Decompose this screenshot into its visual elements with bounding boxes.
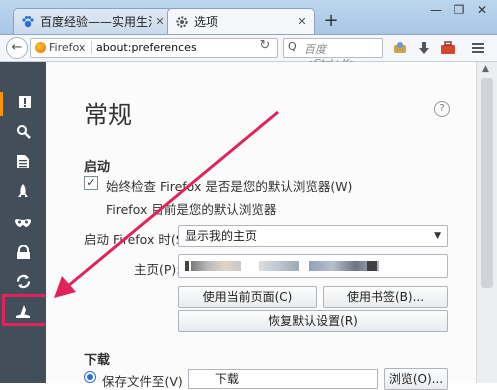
vertical-scrollbar[interactable]: ▲ — [476, 62, 497, 383]
use-bookmark-button[interactable]: 使用书签(B)... — [323, 286, 448, 308]
blurred-text — [185, 261, 189, 271]
toolbox-icon[interactable] — [440, 40, 456, 56]
menu-icon[interactable] — [470, 40, 486, 56]
minimize-button[interactable]: — — [425, 3, 447, 19]
search-input[interactable]: Q 百度 <Ctrl+K> — [283, 38, 383, 70]
homepage-label: 主页(P): — [134, 262, 181, 277]
search-icon — [16, 125, 31, 143]
help-icon[interactable]: ? — [434, 101, 450, 117]
preferences-sidebar — [0, 62, 46, 383]
advanced-item-highlight — [2, 294, 50, 326]
sidebar-item-content[interactable] — [0, 152, 46, 176]
gear-icon — [175, 15, 189, 29]
blurred-text — [367, 261, 377, 271]
search-engine-icon[interactable]: Q — [288, 40, 297, 53]
nav-toolbar: ← Firefox about:preferences ↻ Q 百度 <Ctrl… — [0, 35, 497, 70]
scroll-thumb[interactable] — [481, 78, 493, 288]
when-starts-label: 启动 Firefox 时(S): — [84, 232, 193, 247]
default-browser-checkbox[interactable]: ✓ — [84, 176, 98, 190]
sidebar-item-general[interactable] — [0, 92, 46, 116]
url-bar[interactable]: Firefox about:preferences — [30, 38, 278, 58]
blurred-text — [259, 261, 299, 271]
use-current-page-button[interactable]: 使用当前页面(C) — [178, 286, 317, 308]
close-window-button[interactable]: ✕ — [471, 3, 493, 19]
sidebar-item-privacy[interactable] — [0, 212, 46, 236]
paw-icon — [21, 15, 35, 29]
downloads-heading: 下载 — [84, 353, 111, 368]
page-title: 常规 — [84, 101, 132, 129]
mask-icon — [15, 215, 31, 233]
homepage-input[interactable] — [178, 254, 448, 278]
restore-default-button[interactable]: 恢复默认设置(R) — [178, 310, 448, 332]
save-to-label[interactable]: 保存文件至(V) — [102, 371, 183, 390]
tab-baidu-jingyan[interactable]: 百度经验——实用生活指南 ✕ — [13, 8, 173, 34]
download-folder-field[interactable]: 下载 — [188, 369, 378, 389]
general-icon — [18, 95, 32, 113]
tab-label: 选项 — [194, 15, 219, 29]
save-to-radio[interactable] — [84, 371, 96, 383]
sidebar-item-sync[interactable] — [0, 272, 46, 296]
browse-button[interactable]: 浏览(O)... — [384, 368, 448, 390]
title-bar: 百度经验——实用生活指南 ✕ 选项 ✕ + — ❐ ✕ — [0, 0, 497, 35]
default-browser-status: Firefox 目前是您的默认浏览器 — [106, 202, 277, 217]
back-arrow-icon: ← — [11, 40, 23, 55]
sidebar-item-search[interactable] — [0, 122, 46, 146]
chevron-down-icon: ▼ — [434, 231, 441, 241]
reload-icon[interactable]: ↻ — [256, 38, 274, 53]
close-tab-icon[interactable]: ✕ — [294, 15, 310, 28]
folder-name: 下载 — [215, 372, 240, 386]
back-button[interactable]: ← — [6, 37, 28, 59]
rocket-icon — [16, 184, 30, 203]
url-text[interactable]: about:preferences — [91, 41, 197, 54]
default-browser-checkbox-label[interactable]: 始终检查 Firefox 是否是您的默认浏览器(W) — [106, 176, 352, 195]
close-tab-icon[interactable]: ✕ — [152, 15, 168, 28]
identity-label: Firefox — [49, 41, 86, 54]
when-starts-value: 显示我的主页 — [185, 229, 258, 243]
content-icon — [16, 155, 30, 173]
sidebar-item-applications[interactable] — [0, 182, 46, 206]
startup-heading: 启动 — [84, 160, 111, 175]
download-icon[interactable] — [416, 40, 432, 56]
lock-icon — [16, 244, 31, 263]
tab-options[interactable]: 选项 ✕ — [167, 8, 315, 34]
tab-label: 百度经验——实用生活指南 — [40, 15, 152, 29]
scroll-up-icon[interactable]: ▲ — [482, 64, 489, 74]
restore-button[interactable]: ❐ — [448, 3, 470, 19]
identity-badge[interactable]: Firefox — [35, 41, 85, 54]
extension-icon[interactable] — [392, 40, 408, 56]
blurred-text — [191, 261, 241, 271]
sidebar-item-security[interactable] — [0, 242, 46, 266]
sync-icon — [16, 274, 31, 293]
firefox-icon — [35, 42, 46, 53]
new-tab-button[interactable]: + — [321, 11, 341, 31]
when-starts-select[interactable]: 显示我的主页 ▼ — [178, 225, 448, 247]
